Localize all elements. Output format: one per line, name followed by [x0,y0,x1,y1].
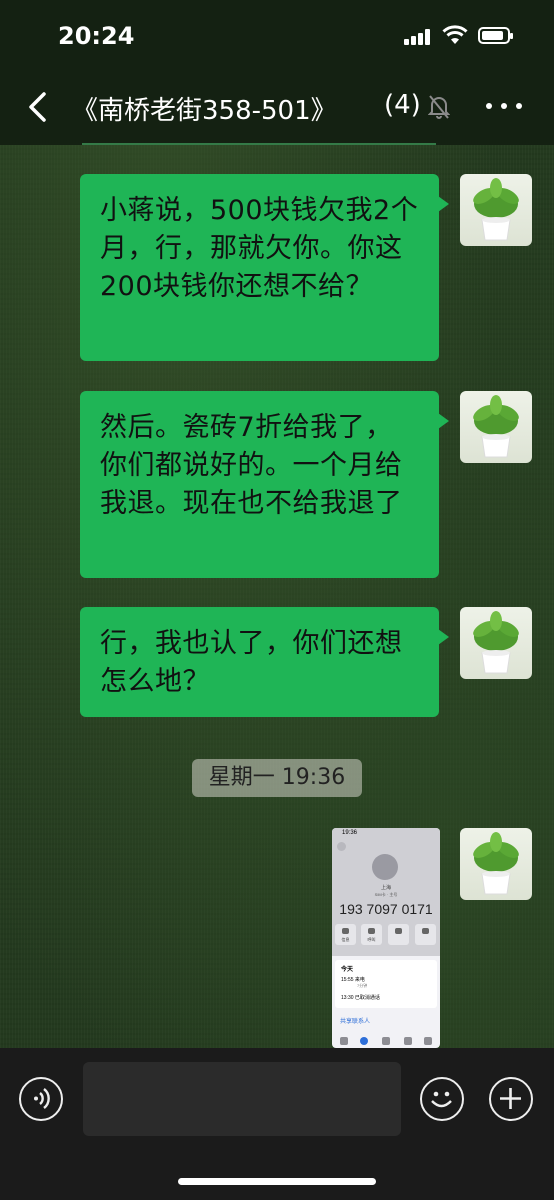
shot-call2: 13:30 已取消通话 [341,995,380,1001]
mail-action-icon [415,924,436,945]
wifi-icon [442,25,468,44]
keypad-tab-icon [404,1037,412,1045]
emoji-icon[interactable] [420,1077,464,1121]
bell-slash-icon [428,95,450,119]
shot-today: 今天 [341,967,354,973]
voicemail-tab-icon [424,1037,432,1045]
chat-title: 《南桥老街358-501》 [72,96,337,126]
message-text: 然后。瓷砖7折给我了，你们都说好的。一个月给我退。现在也不给我退了 [100,412,403,519]
recents-tab-icon [360,1037,368,1045]
call-history-panel: 今天 15:55 来电 7分钟 13:30 已取消通话 [335,960,437,1008]
back-circle-icon [337,842,346,851]
home-indicator [178,1178,376,1185]
status-bar: 20:24 [0,0,554,70]
shot-share-contact: 共享联系人 [340,1019,371,1025]
plant-avatar-icon [473,178,519,241]
call-action-icon: 呼叫 [361,924,382,945]
avatar[interactable] [460,174,532,246]
contact-avatar-icon [372,854,398,880]
message-bubble[interactable]: 小蒋说，500块钱欠我2个月，行，那就欠你。你这200块钱你还想不给？ [80,174,449,361]
member-count: (4) [384,90,421,120]
plant-avatar-icon [473,395,519,458]
avatar[interactable] [460,391,532,463]
message-text: 小蒋说，500块钱欠我2个月，行，那就欠你。你这200块钱你还想不给？ [100,195,419,302]
shot-call1: 15:55 来电 [341,977,365,983]
shot-sim: SIM卡 · 主号 [374,892,398,897]
plant-avatar-icon [473,611,519,674]
battery-icon [478,27,513,44]
cellular-signal-icon [404,29,430,45]
plus-icon[interactable] [489,1077,533,1121]
message-action-icon: 信息 [335,924,356,945]
input-bar [0,1048,554,1200]
video-action-icon [388,924,409,945]
message-text: 行，我也认了，你们还想怎么地？ [100,628,403,697]
shot-phone-number: 193 7097 0171 [339,901,433,917]
shot-time: 19:36 [342,830,358,836]
more-dots-icon[interactable] [486,100,522,112]
message-timestamp: 星期一 19:36 [192,759,362,797]
star-tab-icon [340,1037,348,1045]
chevron-left-icon[interactable] [22,88,56,126]
contact-card-header: 19:36 上海 SIM卡 · 主号 193 7097 0171 信息 呼叫 [332,828,440,956]
message-bubble[interactable]: 然后。瓷砖7折给我了，你们都说好的。一个月给我退。现在也不给我退了 [80,391,449,578]
plant-avatar-icon [473,832,519,895]
chat-header: 《南桥老街358-501》 (4) [0,70,554,145]
image-message[interactable]: 19:36 上海 SIM卡 · 主号 193 7097 0171 信息 呼叫 今… [332,828,440,1048]
shot-location: 上海 [380,885,391,891]
voice-icon[interactable] [19,1077,63,1121]
contacts-tab-icon [382,1037,390,1045]
message-input[interactable] [83,1062,401,1136]
avatar[interactable] [460,607,532,679]
shot-call1-duration: 7分钟 [357,983,368,988]
status-time: 20:24 [58,22,135,50]
avatar[interactable] [460,828,532,900]
message-bubble[interactable]: 行，我也认了，你们还想怎么地？ [80,607,449,717]
header-divider [82,143,436,145]
